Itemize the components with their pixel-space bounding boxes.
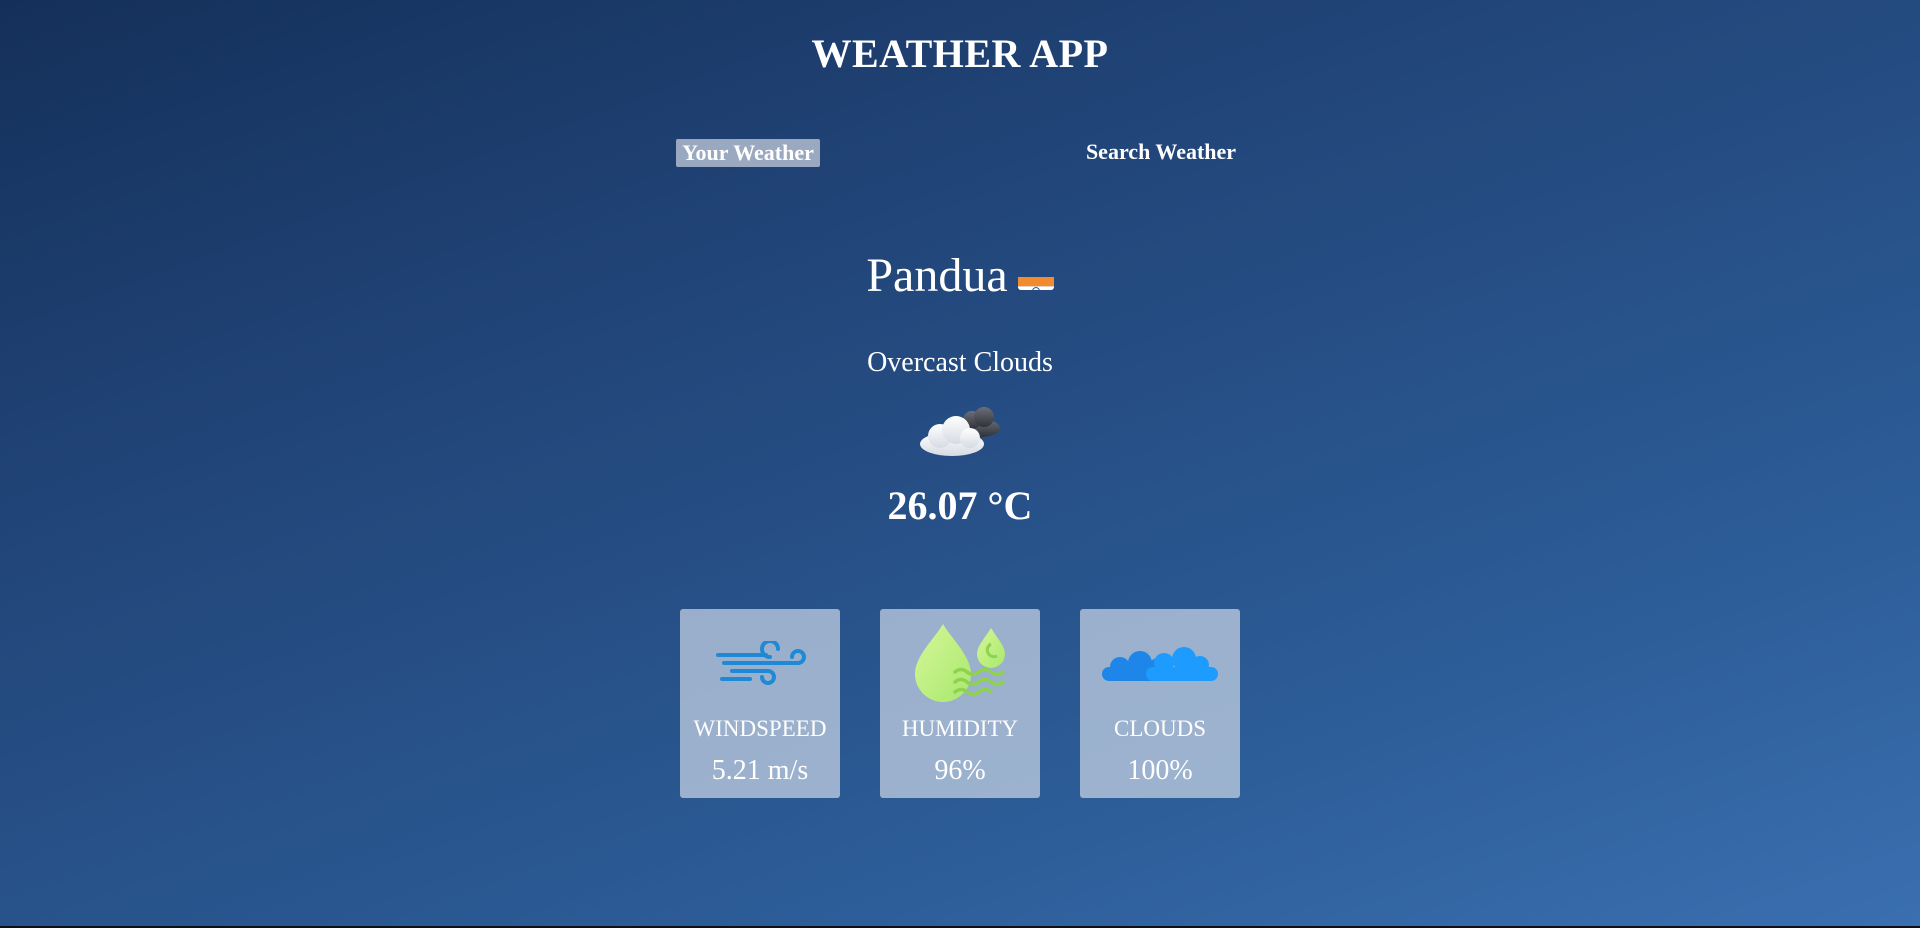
humidity-label: HUMIDITY [901, 716, 1019, 741]
windspeed-value: 5.21 m/s [711, 755, 809, 786]
tab-your-weather[interactable]: Your Weather [676, 139, 820, 167]
clouds-label: CLOUDS [1113, 716, 1206, 741]
humidity-icon [880, 623, 1040, 703]
app-container: WEATHER APP Your Weather Search Weather … [0, 0, 1920, 926]
overcast-clouds-icon [914, 400, 1006, 460]
temperature-readout: 26.07 °C [887, 483, 1033, 528]
weather-description: Overcast Clouds [867, 347, 1053, 378]
clouds-icon [1080, 623, 1240, 703]
india-flag-icon [1017, 262, 1054, 290]
wind-icon [680, 623, 840, 703]
clouds-card: CLOUDS 100% [1080, 609, 1240, 798]
page-title: WEATHER APP [811, 31, 1109, 76]
clouds-value: 100% [1127, 755, 1193, 786]
tab-search-weather[interactable]: Search Weather [1076, 138, 1246, 166]
windspeed-card: WINDSPEED 5.21 m/s [680, 609, 840, 798]
humidity-value: 96% [934, 755, 986, 786]
city-name: Pandua [866, 249, 1008, 302]
location-row: Pandua [0, 248, 1920, 303]
windspeed-label: WINDSPEED [693, 716, 827, 741]
humidity-card: HUMIDITY 96% [880, 609, 1040, 798]
